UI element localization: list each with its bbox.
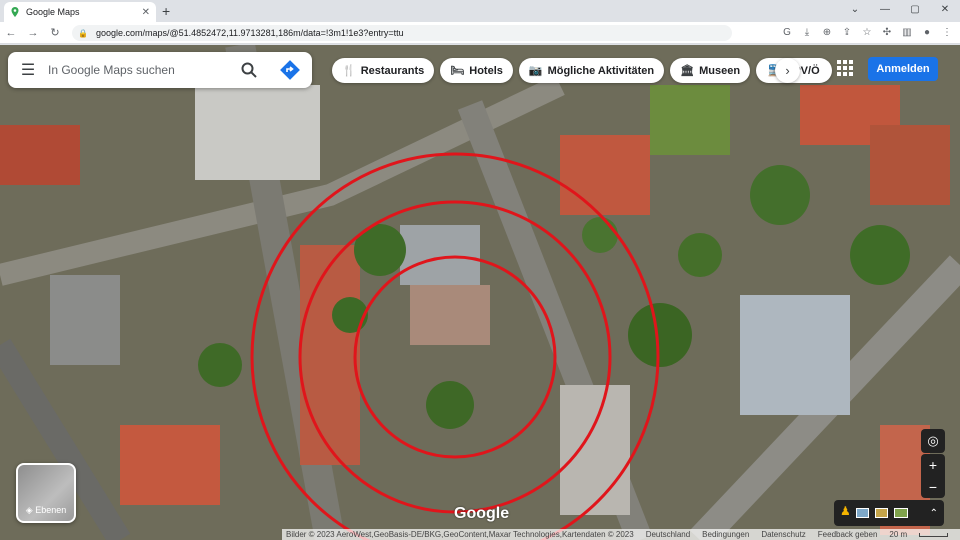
tab-bar: Google Maps ✕ + ⌄ — ▢ ✕ <box>0 0 960 22</box>
layers-icon: ◈ <box>25 505 33 515</box>
browser-menu-icon[interactable]: ⋮ <box>940 24 954 42</box>
chips-next-chevron-icon[interactable]: › <box>775 58 800 83</box>
tab-search-icon[interactable]: ⌄ <box>840 0 870 22</box>
pegman-icon[interactable]: ♟ <box>840 504 851 522</box>
chip-restaurants[interactable]: 🍴 Restaurants <box>332 58 435 83</box>
imagery-thumb[interactable] <box>894 508 908 518</box>
new-tab-icon[interactable]: + <box>162 3 170 19</box>
zoom-in-button[interactable]: + <box>921 454 945 476</box>
browser-tab[interactable]: Google Maps ✕ <box>4 2 156 22</box>
window-controls: ⌄ — ▢ ✕ <box>840 0 960 22</box>
museum-icon: 🏛 <box>680 65 695 77</box>
imagery-thumb[interactable] <box>856 508 870 518</box>
privacy-link[interactable]: Datenschutz <box>761 530 805 539</box>
directions-icon[interactable] <box>280 60 300 80</box>
extension-icons: G ⤓ ⊕ ⇪ ☆ ✣ ▥ ● ⋮ <box>780 24 954 42</box>
profile-avatar-icon[interactable]: ● <box>920 24 934 42</box>
url-field[interactable]: 🔒 google.com/maps/@51.4852472,11.9713281… <box>72 25 732 41</box>
zoom-out-button[interactable]: − <box>921 476 945 498</box>
category-chips: 🍴 Restaurants 🛏 Hotels 📷 Mögliche Aktivi… <box>332 58 833 83</box>
camera-icon: 📷 <box>528 65 543 77</box>
menu-icon[interactable]: ☰ <box>8 60 48 80</box>
address-bar: ← → ↻ 🔒 google.com/maps/@51.4852472,11.9… <box>0 22 960 44</box>
close-tab-icon[interactable]: ✕ <box>142 7 150 18</box>
url-text: google.com/maps/@51.4852472,11.9713281,1… <box>95 28 404 38</box>
chip-label: Hotels <box>469 64 503 77</box>
tab-title: Google Maps <box>26 7 80 17</box>
search-box: ☰ <box>8 52 312 88</box>
imagery-attribution: Bilder © 2023 AeroWest,GeoBasis-DE/BKG,G… <box>286 530 634 539</box>
back-icon[interactable]: ← <box>0 27 22 39</box>
close-window-icon[interactable]: ✕ <box>930 0 960 22</box>
layers-label: ◈ Ebenen <box>25 505 67 515</box>
imagery-thumb[interactable] <box>875 508 889 518</box>
chip-museums[interactable]: 🏛 Museen <box>670 58 751 83</box>
map-imagery <box>0 45 960 540</box>
fork-knife-icon: 🍴 <box>342 65 356 77</box>
chip-label: Restaurants <box>360 64 425 77</box>
layers-button[interactable]: ◈ Ebenen <box>16 463 76 523</box>
google-logo: Google <box>454 505 510 522</box>
side-panel-icon[interactable]: ▥ <box>900 24 914 42</box>
forward-icon[interactable]: → <box>22 27 44 39</box>
google-lens-icon[interactable]: G <box>780 24 794 42</box>
my-location-icon[interactable]: ◎ <box>921 429 945 453</box>
scale-label[interactable]: 20 m <box>889 530 907 539</box>
chip-activities[interactable]: 📷 Mögliche Aktivitäten <box>518 58 665 83</box>
chip-label: Mögliche Aktivitäten <box>547 64 655 77</box>
zoom-controls: + − <box>921 454 945 498</box>
search-icon[interactable] <box>240 61 258 79</box>
google-apps-icon[interactable] <box>837 60 853 76</box>
extensions-puzzle-icon[interactable]: ✣ <box>880 24 894 42</box>
chip-label: Museen <box>699 64 741 77</box>
maps-pin-icon <box>11 7 19 17</box>
search-input[interactable] <box>48 63 228 77</box>
chip-hotels[interactable]: 🛏 Hotels <box>440 58 513 83</box>
feedback-link[interactable]: Feedback geben <box>818 530 878 539</box>
minimize-icon[interactable]: — <box>870 0 900 22</box>
chevron-up-icon[interactable]: ⌃ <box>930 508 938 519</box>
bed-icon: 🛏 <box>450 65 465 77</box>
country-label: Deutschland <box>645 530 691 539</box>
maximize-icon[interactable]: ▢ <box>900 0 930 22</box>
street-view-bar: ♟ ⌃ <box>834 500 944 526</box>
bookmark-star-icon[interactable]: ☆ <box>860 24 874 42</box>
zoom-icon[interactable]: ⊕ <box>820 24 834 42</box>
terms-link[interactable]: Bedingungen <box>702 530 749 539</box>
lock-icon: 🔒 <box>78 28 88 38</box>
satellite-map[interactable] <box>0 45 960 540</box>
signin-button[interactable]: Anmelden <box>868 57 938 81</box>
install-app-icon[interactable]: ⤓ <box>800 24 814 42</box>
scale-bar <box>919 532 948 537</box>
map-footer: Bilder © 2023 AeroWest,GeoBasis-DE/BKG,G… <box>282 529 960 540</box>
reload-icon[interactable]: ↻ <box>44 26 66 39</box>
share-icon[interactable]: ⇪ <box>840 24 854 42</box>
